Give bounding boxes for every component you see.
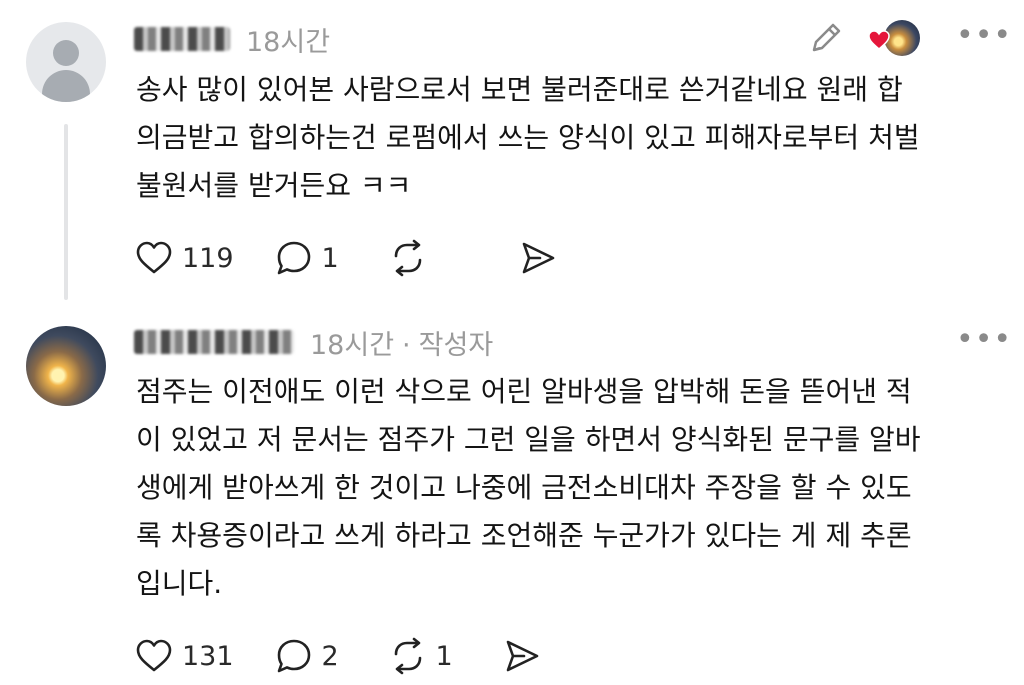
comment-meta: 18시간 bbox=[246, 20, 330, 59]
timestamp: 18시간 bbox=[310, 330, 395, 361]
like-count: 131 bbox=[182, 640, 234, 672]
meta-separator: · bbox=[402, 330, 411, 361]
repost-button[interactable]: 1 bbox=[388, 636, 462, 676]
thread-line bbox=[64, 124, 68, 300]
share-button[interactable] bbox=[518, 238, 558, 278]
action-bar: 131 2 1 bbox=[134, 634, 582, 678]
timestamp: 18시간 bbox=[246, 27, 331, 58]
more-icon[interactable]: ••• bbox=[956, 18, 1012, 53]
reply-count: 1 bbox=[321, 242, 339, 274]
repost-count: 1 bbox=[435, 640, 453, 672]
more-icon[interactable]: ••• bbox=[956, 322, 1012, 357]
author-badge: 작성자 bbox=[418, 330, 494, 361]
share-button[interactable] bbox=[502, 636, 542, 676]
reply-bubble-icon bbox=[277, 241, 310, 275]
reply-bubble-icon bbox=[277, 639, 310, 673]
like-button[interactable]: 119 bbox=[134, 238, 234, 278]
repost-icon bbox=[394, 239, 421, 277]
repost-button[interactable] bbox=[388, 238, 462, 278]
send-icon bbox=[522, 242, 554, 274]
repost-icon bbox=[394, 637, 421, 675]
send-icon bbox=[506, 640, 538, 672]
action-bar: 119 1 bbox=[134, 236, 598, 280]
like-button[interactable]: 131 bbox=[134, 636, 234, 676]
heart-icon bbox=[136, 241, 172, 274]
comment-body: 점주는 이전애도 이런 삭으로 어린 알바생을 압박해 돈을 뜯어낸 적 이 있… bbox=[136, 375, 921, 600]
reply-count: 2 bbox=[321, 640, 339, 672]
like-count: 119 bbox=[182, 242, 234, 274]
red-heart-icon bbox=[868, 30, 890, 54]
username-blurred[interactable] bbox=[134, 330, 294, 354]
heart-icon bbox=[136, 639, 172, 672]
avatar[interactable] bbox=[26, 22, 106, 102]
username-blurred[interactable] bbox=[134, 27, 230, 51]
pencil-icon[interactable] bbox=[806, 18, 846, 62]
avatar-head bbox=[53, 40, 79, 66]
reply-button[interactable]: 1 bbox=[274, 238, 348, 278]
reply-button[interactable]: 2 bbox=[274, 636, 348, 676]
avatar[interactable] bbox=[26, 326, 106, 406]
avatar-body bbox=[42, 70, 90, 102]
comment-meta: 18시간 · 작성자 bbox=[310, 323, 493, 362]
comment-body: 송사 많이 있어본 사람으로서 보면 불러준대로 쓴거같네요 원래 합 의금받고… bbox=[136, 73, 920, 202]
